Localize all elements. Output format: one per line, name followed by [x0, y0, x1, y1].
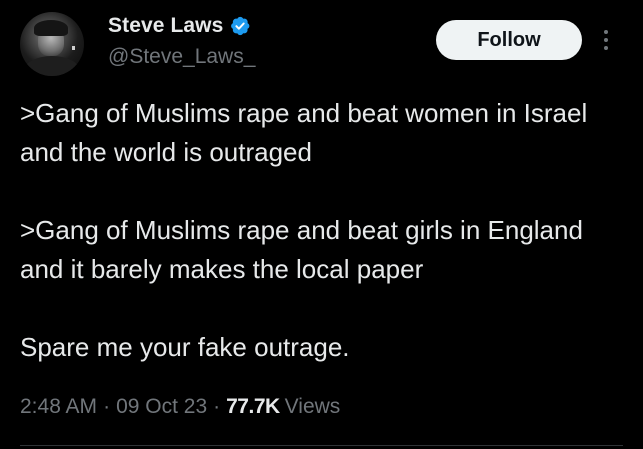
tweet-paragraph: Spare me your fake outrage.	[20, 332, 350, 362]
follow-button[interactable]: Follow	[436, 20, 582, 60]
tweet-text: >Gang of Muslims rape and beat women in …	[20, 94, 630, 367]
more-dot	[604, 38, 608, 42]
meta-separator: ·	[213, 395, 221, 418]
more-dot	[604, 46, 608, 50]
author-handle[interactable]: @Steve_Laws_	[108, 45, 255, 69]
avatar-shoulders	[24, 56, 80, 76]
author-display-name[interactable]: Steve Laws	[108, 14, 223, 38]
views-label[interactable]: Views	[285, 395, 341, 419]
tweet-time[interactable]: 2:48 AM	[20, 395, 97, 419]
avatar-hair	[34, 20, 68, 36]
tweet-paragraph: >Gang of Muslims rape and beat women in …	[20, 98, 595, 167]
more-dot	[604, 30, 608, 34]
meta-separator: ·	[103, 395, 111, 418]
views-count[interactable]: 77.7K	[226, 395, 280, 419]
tweet-meta: 2:48 AM · 09 Oct 23 · 77.7K Views	[20, 395, 340, 419]
tweet-card: Steve Laws @Steve_Laws_ Follow >Gang of …	[0, 0, 643, 449]
divider	[20, 445, 623, 446]
avatar-mark	[72, 46, 75, 50]
avatar[interactable]	[20, 12, 84, 76]
tweet-date[interactable]: 09 Oct 23	[116, 395, 207, 419]
tweet-paragraph: >Gang of Muslims rape and beat girls in …	[20, 215, 591, 284]
more-vertical-icon[interactable]	[596, 24, 616, 56]
author-name-row[interactable]: Steve Laws	[108, 12, 251, 40]
verified-badge-icon[interactable]	[229, 15, 251, 37]
